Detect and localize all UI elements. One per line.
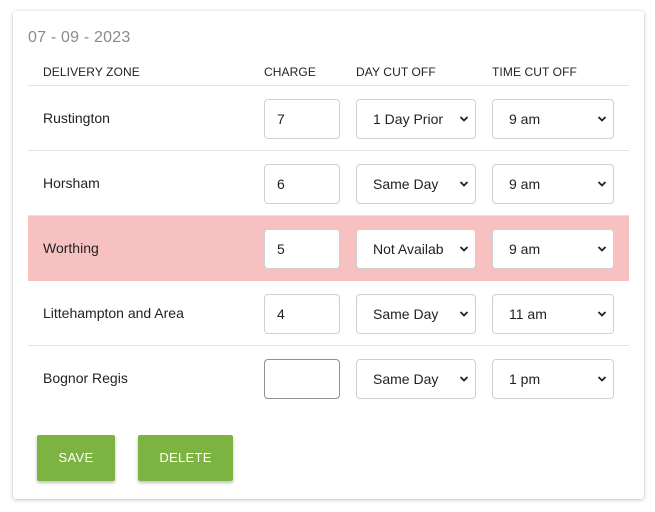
chevron-down-icon: [597, 181, 607, 187]
time-cut-off-value: 9 am: [509, 176, 541, 192]
chevron-down-icon: [459, 116, 469, 122]
charge-input[interactable]: [264, 294, 340, 334]
day-cut-off-select[interactable]: Not Availab: [356, 229, 476, 269]
table-row: Littehampton and Area Same Day 11 am: [28, 281, 629, 346]
time-cut-off-select[interactable]: 9 am: [492, 99, 614, 139]
column-header-day-cut-off: DAY CUT OFF: [356, 65, 436, 79]
chevron-down-icon: [597, 311, 607, 317]
date-label: 07 - 09 - 2023: [28, 29, 131, 46]
day-cut-off-select[interactable]: Same Day: [356, 164, 476, 204]
column-header-time-cut-off: TIME CUT OFF: [492, 65, 577, 79]
table-row: Worthing Not Availab 9 am: [28, 216, 629, 281]
table-row: Rustington 1 Day Prior 9 am: [28, 86, 629, 151]
time-cut-off-value: 9 am: [509, 241, 541, 257]
delete-button[interactable]: DELETE: [138, 435, 233, 481]
time-cut-off-select[interactable]: 1 pm: [492, 359, 614, 399]
save-button[interactable]: SAVE: [37, 435, 115, 481]
day-cut-off-value: Same Day: [373, 371, 439, 387]
table-row: Horsham Same Day 9 am: [28, 151, 629, 216]
chevron-down-icon: [597, 246, 607, 252]
chevron-down-icon: [459, 376, 469, 382]
column-header-delivery-zone: DELIVERY ZONE: [43, 65, 140, 79]
time-cut-off-value: 9 am: [509, 111, 541, 127]
day-cut-off-value: 1 Day Prior: [373, 111, 444, 127]
time-cut-off-select[interactable]: 11 am: [492, 294, 614, 334]
table-row: Bognor Regis Same Day 1 pm: [28, 346, 629, 411]
day-cut-off-value: Same Day: [373, 306, 439, 322]
chevron-down-icon: [597, 376, 607, 382]
chevron-down-icon: [459, 246, 469, 252]
day-cut-off-select[interactable]: Same Day: [356, 294, 476, 334]
charge-input[interactable]: [264, 359, 340, 399]
charge-input[interactable]: [264, 229, 340, 269]
zone-name: Horsham: [43, 175, 100, 191]
time-cut-off-value: 11 am: [509, 306, 547, 322]
charge-input[interactable]: [264, 99, 340, 139]
time-cut-off-select[interactable]: 9 am: [492, 229, 614, 269]
day-cut-off-value: Same Day: [373, 176, 439, 192]
day-cut-off-select[interactable]: Same Day: [356, 359, 476, 399]
zone-name: Rustington: [43, 110, 110, 126]
zone-name: Bognor Regis: [43, 370, 128, 386]
chevron-down-icon: [597, 116, 607, 122]
chevron-down-icon: [459, 311, 469, 317]
delivery-zones-card: 07 - 09 - 2023 DELIVERY ZONE CHARGE DAY …: [13, 11, 644, 499]
day-cut-off-value: Not Availab: [373, 241, 444, 257]
time-cut-off-value: 1 pm: [509, 371, 541, 387]
zone-name: Worthing: [43, 240, 99, 256]
time-cut-off-select[interactable]: 9 am: [492, 164, 614, 204]
charge-input[interactable]: [264, 164, 340, 204]
chevron-down-icon: [459, 181, 469, 187]
table-header: DELIVERY ZONE CHARGE DAY CUT OFF TIME CU…: [28, 62, 629, 86]
zone-name: Littehampton and Area: [43, 305, 184, 321]
day-cut-off-select[interactable]: 1 Day Prior: [356, 99, 476, 139]
column-header-charge: CHARGE: [264, 65, 316, 79]
